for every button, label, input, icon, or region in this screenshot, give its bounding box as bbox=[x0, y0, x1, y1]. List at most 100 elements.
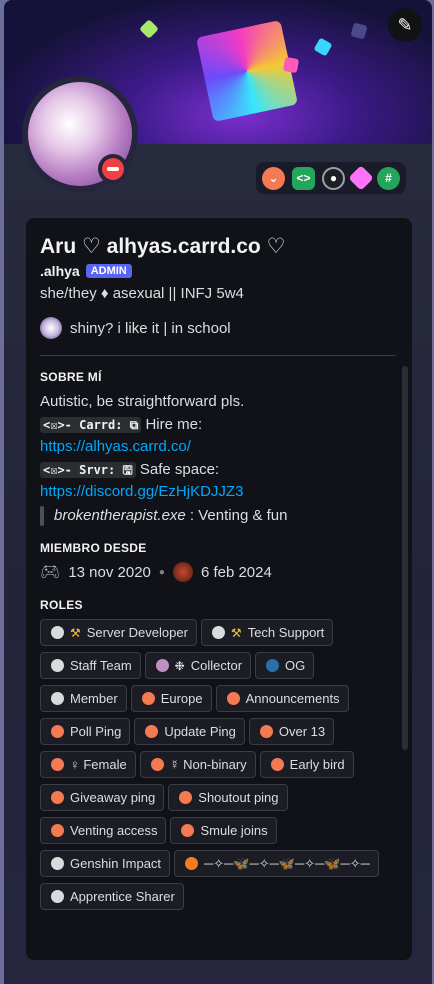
badge-list: ⌄ <> ● # bbox=[256, 162, 406, 194]
role-pill[interactable]: Over 13 bbox=[248, 718, 335, 745]
role-label: Tech Support bbox=[247, 625, 325, 640]
role-pill[interactable]: Apprentice Sharer bbox=[40, 883, 184, 910]
role-color-dot bbox=[266, 659, 280, 672]
srvr-text: Safe space: bbox=[139, 460, 220, 478]
role-pill[interactable]: Update Ping bbox=[134, 718, 245, 745]
role-label: Over 13 bbox=[278, 724, 326, 739]
role-icon: ⚒ bbox=[230, 625, 242, 640]
role-pill[interactable]: ☿ Non-binary bbox=[139, 751, 256, 778]
role-pill[interactable]: OG bbox=[255, 652, 315, 679]
role-pill[interactable]: Member bbox=[40, 685, 127, 712]
role-icon: ❉ bbox=[174, 658, 185, 673]
role-pill[interactable]: ⚒ Server Developer bbox=[40, 619, 197, 646]
role-pill[interactable]: ❉ Collector bbox=[144, 652, 252, 679]
role-color-dot bbox=[51, 791, 64, 804]
role-label: Venting access bbox=[70, 823, 158, 838]
custom-status-text: shiny? i like it | in school bbox=[70, 319, 231, 337]
role-pill[interactable]: Staff Team bbox=[40, 652, 141, 679]
roles-title: ROLES bbox=[40, 598, 83, 612]
admin-badge: ADMIN bbox=[85, 264, 132, 278]
profile-panel: Aru ♡ alhyas.carrd.co ♡ .alhya ADMIN she… bbox=[26, 218, 412, 960]
about-line: Autistic, be straightforward pls. bbox=[40, 393, 245, 410]
role-color-dot bbox=[51, 758, 64, 771]
role-label: Smule joins bbox=[200, 823, 268, 838]
role-icon: ⚒ bbox=[70, 625, 81, 640]
pencil-icon[interactable]: ✎ bbox=[388, 8, 422, 42]
display-name: Aru ♡ alhyas.carrd.co ♡ bbox=[40, 235, 286, 258]
discord-join-date: 13 nov 2020 bbox=[68, 563, 151, 581]
role-color-dot bbox=[259, 725, 273, 738]
role-label: Early bird bbox=[289, 757, 345, 772]
quote-italic: brokentherapist.exe bbox=[54, 506, 186, 524]
roles-list: ⚒ Server Developer ⚒ Tech Support Staff Team… bbox=[40, 619, 390, 910]
role-color-dot bbox=[211, 626, 225, 639]
role-label: ─✧─🦋─✧─🦋─✧─🦋─✧─ bbox=[204, 855, 370, 871]
custom-status: shiny? i like it | in school bbox=[40, 317, 396, 339]
role-label: Update Ping bbox=[164, 724, 236, 739]
role-color-dot bbox=[51, 890, 64, 903]
role-color-dot bbox=[226, 692, 240, 705]
separator-dot: ● bbox=[158, 566, 165, 578]
discord-invite-link[interactable]: https://discord.gg/EzHjKDJJZ3 bbox=[40, 483, 243, 500]
role-color-dot bbox=[51, 725, 64, 738]
status-emoji-icon bbox=[40, 317, 62, 339]
role-pill[interactable]: ♀ Female bbox=[40, 751, 136, 778]
hash-icon[interactable]: # bbox=[377, 166, 400, 190]
role-color-dot bbox=[270, 758, 284, 771]
discord-icon: 🎮︎ bbox=[40, 564, 61, 581]
carrd-code: <☒>- Carrd: ⧉ bbox=[40, 416, 142, 433]
do-not-disturb-icon bbox=[98, 154, 128, 184]
role-pill[interactable]: Announcements bbox=[215, 685, 349, 712]
role-color-dot bbox=[51, 824, 64, 837]
banner-shape bbox=[350, 22, 368, 40]
role-color-dot bbox=[179, 791, 193, 804]
hypesquad-icon[interactable]: ⌄ bbox=[262, 166, 285, 190]
role-pill[interactable]: Europe bbox=[130, 685, 212, 712]
role-pill[interactable]: Genshin Impact bbox=[40, 850, 171, 877]
role-color-dot bbox=[51, 692, 64, 705]
role-pill[interactable]: Poll Ping bbox=[40, 718, 131, 745]
role-pill[interactable]: Early bird bbox=[259, 751, 354, 778]
banner-shape bbox=[313, 37, 333, 57]
about-title: SOBRE MÍ bbox=[40, 370, 102, 384]
member-since-title: MIEMBRO DESDE bbox=[40, 541, 147, 555]
role-label: Shoutout ping bbox=[198, 790, 279, 805]
role-label: ☿ Non-binary bbox=[169, 757, 247, 772]
role-label: OG bbox=[285, 658, 306, 673]
role-pill[interactable]: ─✧─🦋─✧─🦋─✧─🦋─✧─ bbox=[174, 850, 379, 877]
bottom-fade bbox=[26, 942, 412, 960]
banner-cube-art bbox=[195, 19, 299, 123]
role-label: Europe bbox=[160, 691, 203, 706]
blockquote: brokentherapist.exe : Venting & fun bbox=[40, 505, 396, 528]
scrollbar[interactable] bbox=[402, 366, 408, 750]
active-developer-icon[interactable]: <> bbox=[292, 166, 315, 190]
role-color-dot bbox=[51, 626, 64, 639]
about-me: Autistic, be straightforward pls. <☒>- C… bbox=[40, 391, 396, 527]
carrd-link[interactable]: https://alhyas.carrd.co/ bbox=[40, 438, 191, 455]
role-pill[interactable]: Venting access bbox=[40, 817, 167, 844]
role-pill[interactable]: Giveaway ping bbox=[40, 784, 165, 811]
member-since: 🎮︎ 13 nov 2020 ● 6 feb 2024 bbox=[40, 562, 396, 582]
role-color-dot bbox=[185, 857, 199, 870]
quote-bar bbox=[40, 505, 44, 526]
divider bbox=[40, 355, 396, 356]
pronouns: she/they ♦ asexual || INFJ 5w4 bbox=[40, 285, 244, 302]
role-label: Server Developer bbox=[86, 625, 188, 640]
server-join-date: 6 feb 2024 bbox=[200, 563, 272, 581]
role-pill[interactable]: ⚒ Tech Support bbox=[200, 619, 334, 646]
role-color-dot bbox=[141, 692, 155, 705]
role-label: Apprentice Sharer bbox=[70, 889, 175, 904]
role-label: Announcements bbox=[245, 691, 340, 706]
role-label: Staff Team bbox=[70, 658, 132, 673]
username[interactable]: .alhya bbox=[40, 263, 80, 279]
role-pill[interactable]: Smule joins bbox=[170, 817, 277, 844]
role-color-dot bbox=[51, 857, 64, 870]
quest-icon[interactable]: ● bbox=[322, 166, 345, 190]
role-pill[interactable]: Shoutout ping bbox=[168, 784, 288, 811]
role-label: Collector bbox=[190, 658, 243, 673]
banner-shape bbox=[139, 19, 159, 39]
role-color-dot bbox=[150, 758, 164, 771]
role-label: Member bbox=[70, 691, 118, 706]
role-color-dot bbox=[145, 725, 159, 738]
nitro-icon[interactable] bbox=[348, 165, 374, 191]
